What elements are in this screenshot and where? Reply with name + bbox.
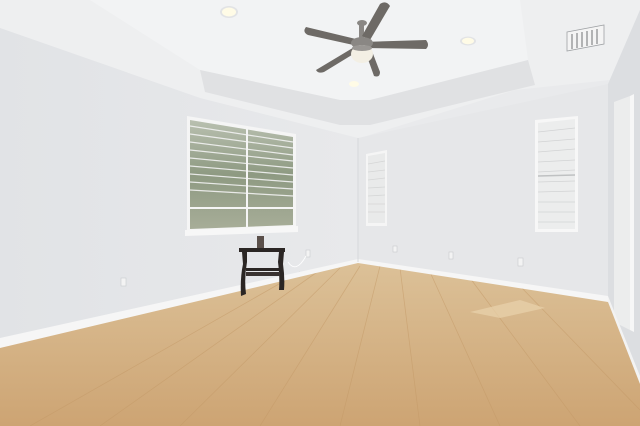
small-window bbox=[366, 150, 387, 226]
power-outlet-icon bbox=[392, 245, 398, 253]
recessed-light-icon bbox=[222, 7, 236, 17]
recessed-light-icon bbox=[349, 81, 359, 87]
power-outlet-icon bbox=[120, 277, 127, 287]
power-outlet-icon bbox=[448, 251, 454, 260]
large-window bbox=[185, 116, 298, 236]
doorway bbox=[614, 96, 630, 330]
room-photo bbox=[0, 0, 640, 426]
power-outlet-icon bbox=[305, 249, 311, 258]
table-object bbox=[257, 236, 264, 248]
power-outlet-icon bbox=[517, 257, 524, 267]
recessed-light-icon bbox=[462, 37, 474, 45]
door-trim bbox=[630, 94, 634, 332]
right-window bbox=[535, 116, 578, 232]
